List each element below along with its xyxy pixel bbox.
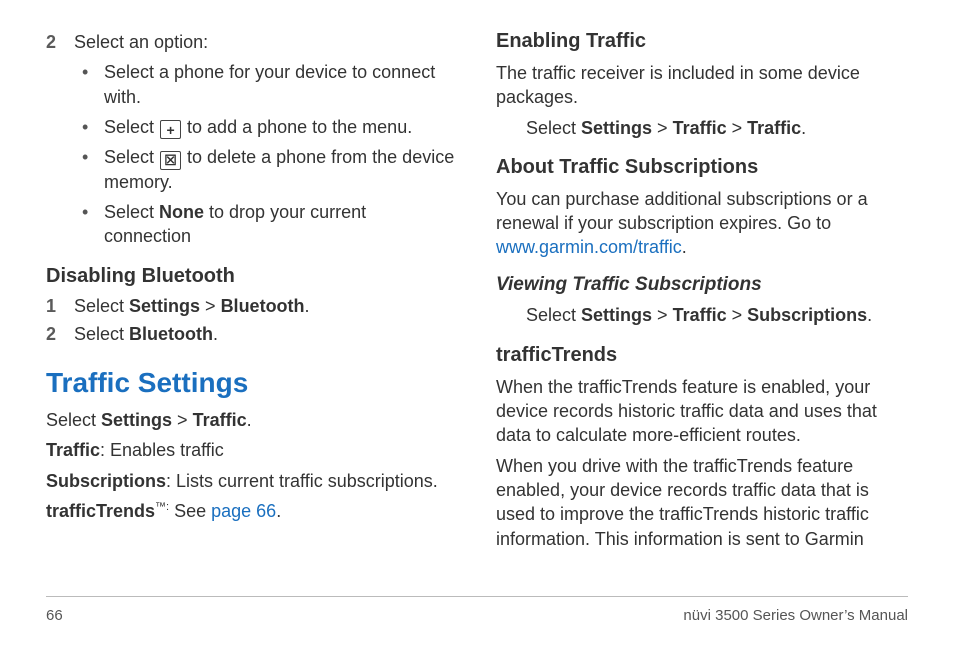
enabling-para: The traffic receiver is included in some… (496, 61, 908, 110)
list-item: Select a phone for your device to connec… (82, 60, 458, 109)
enabling-select-line: Select Settings > Traffic > Traffic. (496, 116, 908, 140)
step-number: 2 (46, 322, 74, 346)
page-number: 66 (46, 607, 63, 624)
about-subs-head: About Traffic Subscriptions (496, 154, 908, 181)
ts-traffic-line: Traffic: Enables traffic (46, 438, 458, 462)
viewing-select-line: Select Settings > Traffic > Subscription… (496, 303, 908, 327)
step-text: Select an option: (74, 30, 458, 54)
list-item: Select ☒ to delete a phone from the devi… (82, 145, 458, 194)
text: . (682, 237, 687, 257)
option-list: Select a phone for your device to connec… (46, 60, 458, 248)
left-column: 2 Select an option: Select a phone for y… (46, 28, 458, 596)
db-step-2: 2 Select Bluetooth. (46, 322, 458, 346)
bold-traffic: Traffic (673, 305, 727, 325)
step-2-row: 2 Select an option: (46, 30, 458, 54)
text: : Lists current traffic subscriptions. (166, 471, 438, 491)
text: . (276, 501, 281, 521)
traffictrends-head: trafficTrends (496, 342, 908, 369)
step-number: 2 (46, 30, 74, 54)
list-item: Select None to drop your current connect… (82, 200, 458, 249)
viewing-subs-head: Viewing Traffic Subscriptions (496, 272, 908, 298)
trademark: ™: (155, 501, 169, 513)
plus-icon: + (160, 120, 181, 139)
list-item: Select + to add a phone to the menu. (82, 115, 458, 140)
bold-bluetooth: Bluetooth (129, 324, 213, 344)
bold-traffic: Traffic (46, 440, 100, 460)
bold-traffic: Traffic (747, 118, 801, 138)
bold-traffic: Traffic (673, 118, 727, 138)
separator: > (652, 305, 673, 325)
traffictrends-para2: When you drive with the trafficTrends fe… (496, 454, 908, 551)
ts-traffictrends-line: trafficTrends™: See page 66. (46, 499, 458, 523)
bold-traffic: Traffic (193, 410, 247, 430)
bold-settings: Settings (581, 305, 652, 325)
traffictrends-para1: When the trafficTrends feature is enable… (496, 375, 908, 448)
step-text: Select Settings > Bluetooth. (74, 294, 458, 318)
separator: > (727, 118, 748, 138)
separator: > (652, 118, 673, 138)
text: Select (526, 118, 581, 138)
external-link[interactable]: www.garmin.com/traffic (496, 237, 682, 257)
bold-settings: Settings (101, 410, 172, 430)
text: You can purchase additional subscription… (496, 189, 868, 233)
text: . (247, 410, 252, 430)
bold-subscriptions: Subscriptions (46, 471, 166, 491)
option-text: Select a phone for your device to connec… (104, 62, 435, 106)
page-footer: 66 nüvi 3500 Series Owner’s Manual (46, 596, 908, 624)
text: . (305, 296, 310, 316)
text: Select (46, 410, 101, 430)
text: . (867, 305, 872, 325)
option-text-post: to add a phone to the menu. (182, 117, 412, 137)
ts-select-line: Select Settings > Traffic. (46, 408, 458, 432)
bold-settings: Settings (581, 118, 652, 138)
page-columns: 2 Select an option: Select a phone for y… (0, 0, 954, 596)
bold-none: None (159, 202, 204, 222)
enabling-traffic-head: Enabling Traffic (496, 28, 908, 55)
right-column: Enabling Traffic The traffic receiver is… (496, 28, 908, 596)
text: See (169, 501, 211, 521)
option-text-pre: Select (104, 117, 159, 137)
separator: > (727, 305, 748, 325)
disabling-bluetooth-head: Disabling Bluetooth (46, 263, 458, 290)
text: . (801, 118, 806, 138)
text: Select (74, 296, 129, 316)
manual-title: nüvi 3500 Series Owner’s Manual (683, 607, 908, 624)
text: . (213, 324, 218, 344)
page-link[interactable]: page 66 (211, 501, 276, 521)
bold-traffictrends: trafficTrends (46, 501, 155, 521)
traffic-settings-title: Traffic Settings (46, 364, 458, 402)
separator: > (172, 410, 193, 430)
option-text-pre: Select (104, 147, 159, 167)
step-number: 1 (46, 294, 74, 318)
option-text-pre: Select (104, 202, 159, 222)
step-text: Select Bluetooth. (74, 322, 458, 346)
delete-icon: ☒ (160, 151, 181, 170)
text: Select (74, 324, 129, 344)
bold-subscriptions: Subscriptions (747, 305, 867, 325)
separator: > (200, 296, 221, 316)
about-subs-para: You can purchase additional subscription… (496, 187, 908, 260)
ts-subs-line: Subscriptions: Lists current traffic sub… (46, 469, 458, 493)
text: Select (526, 305, 581, 325)
text: : Enables traffic (100, 440, 224, 460)
bold-bluetooth: Bluetooth (221, 296, 305, 316)
db-step-1: 1 Select Settings > Bluetooth. (46, 294, 458, 318)
bold-settings: Settings (129, 296, 200, 316)
